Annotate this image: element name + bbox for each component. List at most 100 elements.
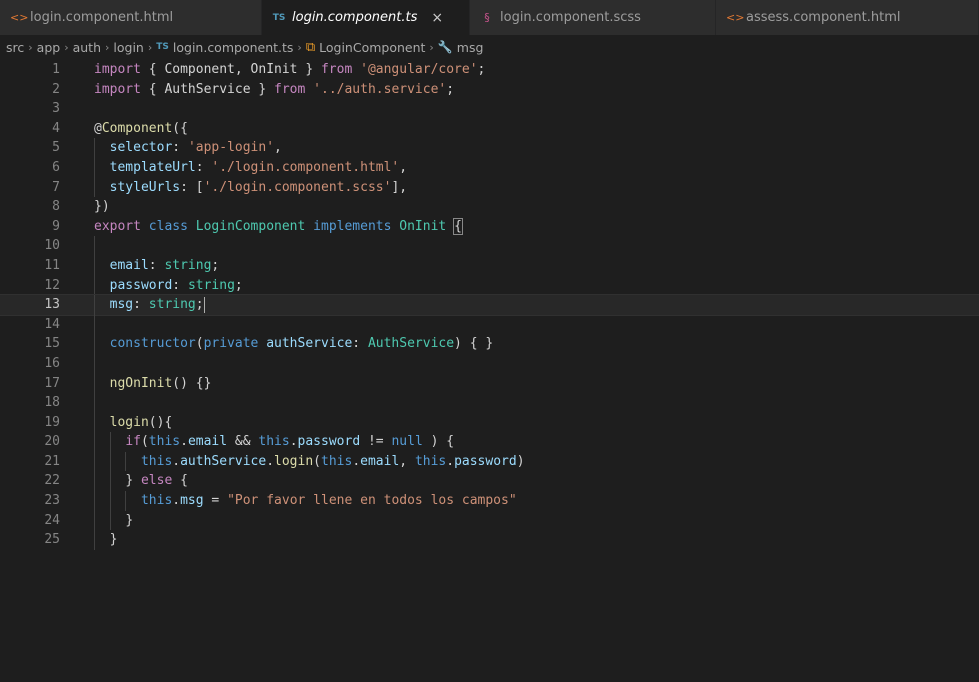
- code-token: authService: [266, 336, 353, 352]
- code-line[interactable]: 4 @Component({: [0, 119, 979, 139]
- tab-login-component-ts[interactable]: TS login.component.ts ×: [262, 0, 470, 35]
- code-line[interactable]: 21 this.authService.login(this.email, th…: [0, 451, 979, 472]
- code-token: .: [266, 453, 275, 469]
- code-content: templateUrl: './login.component.html',: [94, 157, 407, 178]
- breadcrumb-item-app[interactable]: app: [37, 40, 61, 55]
- code-token: email: [360, 453, 400, 469]
- indent-guide: [109, 432, 111, 452]
- code-token: ;: [211, 257, 220, 273]
- code-line[interactable]: 20 if(this.email && this.password != nul…: [0, 432, 979, 452]
- code-line[interactable]: 8}): [0, 197, 979, 217]
- code-token: ;: [446, 81, 455, 97]
- typescript-file-icon: TS: [156, 42, 169, 52]
- code-line[interactable]: 3: [0, 99, 979, 119]
- chevron-right-icon: ›: [64, 40, 69, 54]
- breadcrumb-item-class[interactable]: LoginComponent: [319, 40, 425, 55]
- indent-guide: [125, 451, 127, 472]
- code-token: AuthService: [367, 336, 455, 352]
- code-token: string: [164, 257, 212, 273]
- code-line[interactable]: 24 }: [0, 510, 979, 531]
- breadcrumb-item-member[interactable]: msg: [457, 40, 484, 55]
- code-line[interactable]: 2 import { AuthService } from '../auth.se…: [0, 80, 979, 100]
- line-number: 11: [44, 257, 60, 273]
- breadcrumb-item-src[interactable]: src: [6, 40, 24, 55]
- line-number: 12: [44, 277, 60, 293]
- indent-guide: [94, 471, 95, 492]
- code-line[interactable]: 12 password: string;: [0, 275, 979, 296]
- code-line[interactable]: 10: [0, 236, 979, 256]
- code-token: ;: [234, 277, 243, 293]
- code-token: () {}: [172, 375, 212, 391]
- code-line[interactable]: 11 email: string;: [0, 255, 979, 276]
- code-line[interactable]: 17 ngOnInit() {}: [0, 373, 979, 394]
- code-token: '../auth.service': [313, 81, 447, 97]
- scss-file-icon: §: [484, 11, 490, 24]
- code-token: .: [289, 434, 298, 450]
- code-content: }: [94, 530, 117, 550]
- code-line[interactable]: 1 import { Component, OnInit } from '@ang…: [0, 60, 979, 80]
- code-line[interactable]: 9 export class LoginComponent implements …: [0, 217, 979, 237]
- indent-guide: [94, 157, 95, 178]
- code-content: [94, 314, 110, 335]
- code-content: login(){: [94, 412, 172, 433]
- code-content: constructor(private authService: AuthSer…: [94, 334, 493, 354]
- code-editor[interactable]: 1 import { Component, OnInit } from '@ang…: [0, 58, 979, 550]
- code-line[interactable]: 23 this.msg = "Por favor llene en todos …: [0, 491, 979, 511]
- code-line[interactable]: 18: [0, 393, 979, 413]
- indent-guide: [94, 275, 95, 296]
- code-token: implements: [313, 218, 392, 234]
- code-line[interactable]: 6 templateUrl: './login.component.html',: [0, 157, 979, 178]
- code-token: if: [125, 434, 141, 450]
- code-line[interactable]: 13 msg: string;: [0, 294, 979, 316]
- code-line[interactable]: 22 } else {: [0, 471, 979, 492]
- code-token: (: [195, 336, 204, 352]
- code-token: .: [446, 453, 455, 469]
- code-content: password: string;: [94, 275, 243, 296]
- code-token: from: [320, 62, 353, 77]
- code-line[interactable]: 5 selector: 'app-login',: [0, 138, 979, 158]
- code-token: :: [148, 257, 165, 273]
- line-number: 21: [44, 453, 60, 469]
- breadcrumb-item-file[interactable]: login.component.ts: [173, 40, 294, 55]
- code-token: this: [140, 493, 173, 509]
- indent-guide: [94, 491, 95, 511]
- breadcrumb-item-login[interactable]: login: [113, 40, 143, 55]
- code-content: }: [94, 510, 133, 531]
- code-content: if(this.email && this.password != null )…: [94, 432, 454, 452]
- code-token: :: [172, 277, 188, 293]
- code-line[interactable]: 15 constructor(private authService: Auth…: [0, 334, 979, 354]
- tab-assess-component-html[interactable]: <> assess.component.html: [716, 0, 979, 35]
- code-token: export: [94, 218, 141, 234]
- indent-guide: [94, 432, 95, 452]
- code-token: import: [94, 81, 141, 97]
- code-line[interactable]: 25 }: [0, 530, 979, 550]
- code-line[interactable]: 16: [0, 353, 979, 374]
- code-content: this.msg = "Por favor llene en todos los…: [94, 491, 517, 511]
- code-line[interactable]: 19 login(){: [0, 412, 979, 433]
- code-token: ): [516, 453, 525, 469]
- code-token: constructor: [109, 336, 196, 352]
- breadcrumb-item-auth[interactable]: auth: [73, 40, 101, 55]
- code-line[interactable]: 14: [0, 314, 979, 335]
- indent-guide: [94, 334, 95, 354]
- code-line[interactable]: 7 styleUrls: ['./login.component.scss'],: [0, 177, 979, 198]
- indent-guide: [94, 295, 95, 315]
- code-token: import: [94, 62, 141, 77]
- indent-guide: [94, 255, 95, 276]
- line-number: 16: [44, 355, 60, 371]
- code-token: from: [274, 81, 306, 97]
- tab-login-component-html[interactable]: <> login.component.html: [0, 0, 262, 35]
- matched-bracket: {: [453, 217, 463, 235]
- breadcrumb: src › app › auth › login › TS login.component.ts ›…: [0, 36, 979, 58]
- tab-login-component-scss[interactable]: § login.component.scss: [470, 0, 716, 35]
- code-token: this: [414, 453, 447, 469]
- close-icon[interactable]: ×: [431, 10, 443, 26]
- code-token: selector: [109, 140, 173, 156]
- code-token: LoginComponent: [195, 218, 306, 234]
- code-token: !=: [360, 434, 392, 450]
- line-number: 18: [44, 395, 60, 411]
- code-token: Component: [101, 120, 173, 136]
- code-content: import { AuthService } from '../auth.ser…: [94, 80, 454, 100]
- code-token: templateUrl: [109, 159, 196, 175]
